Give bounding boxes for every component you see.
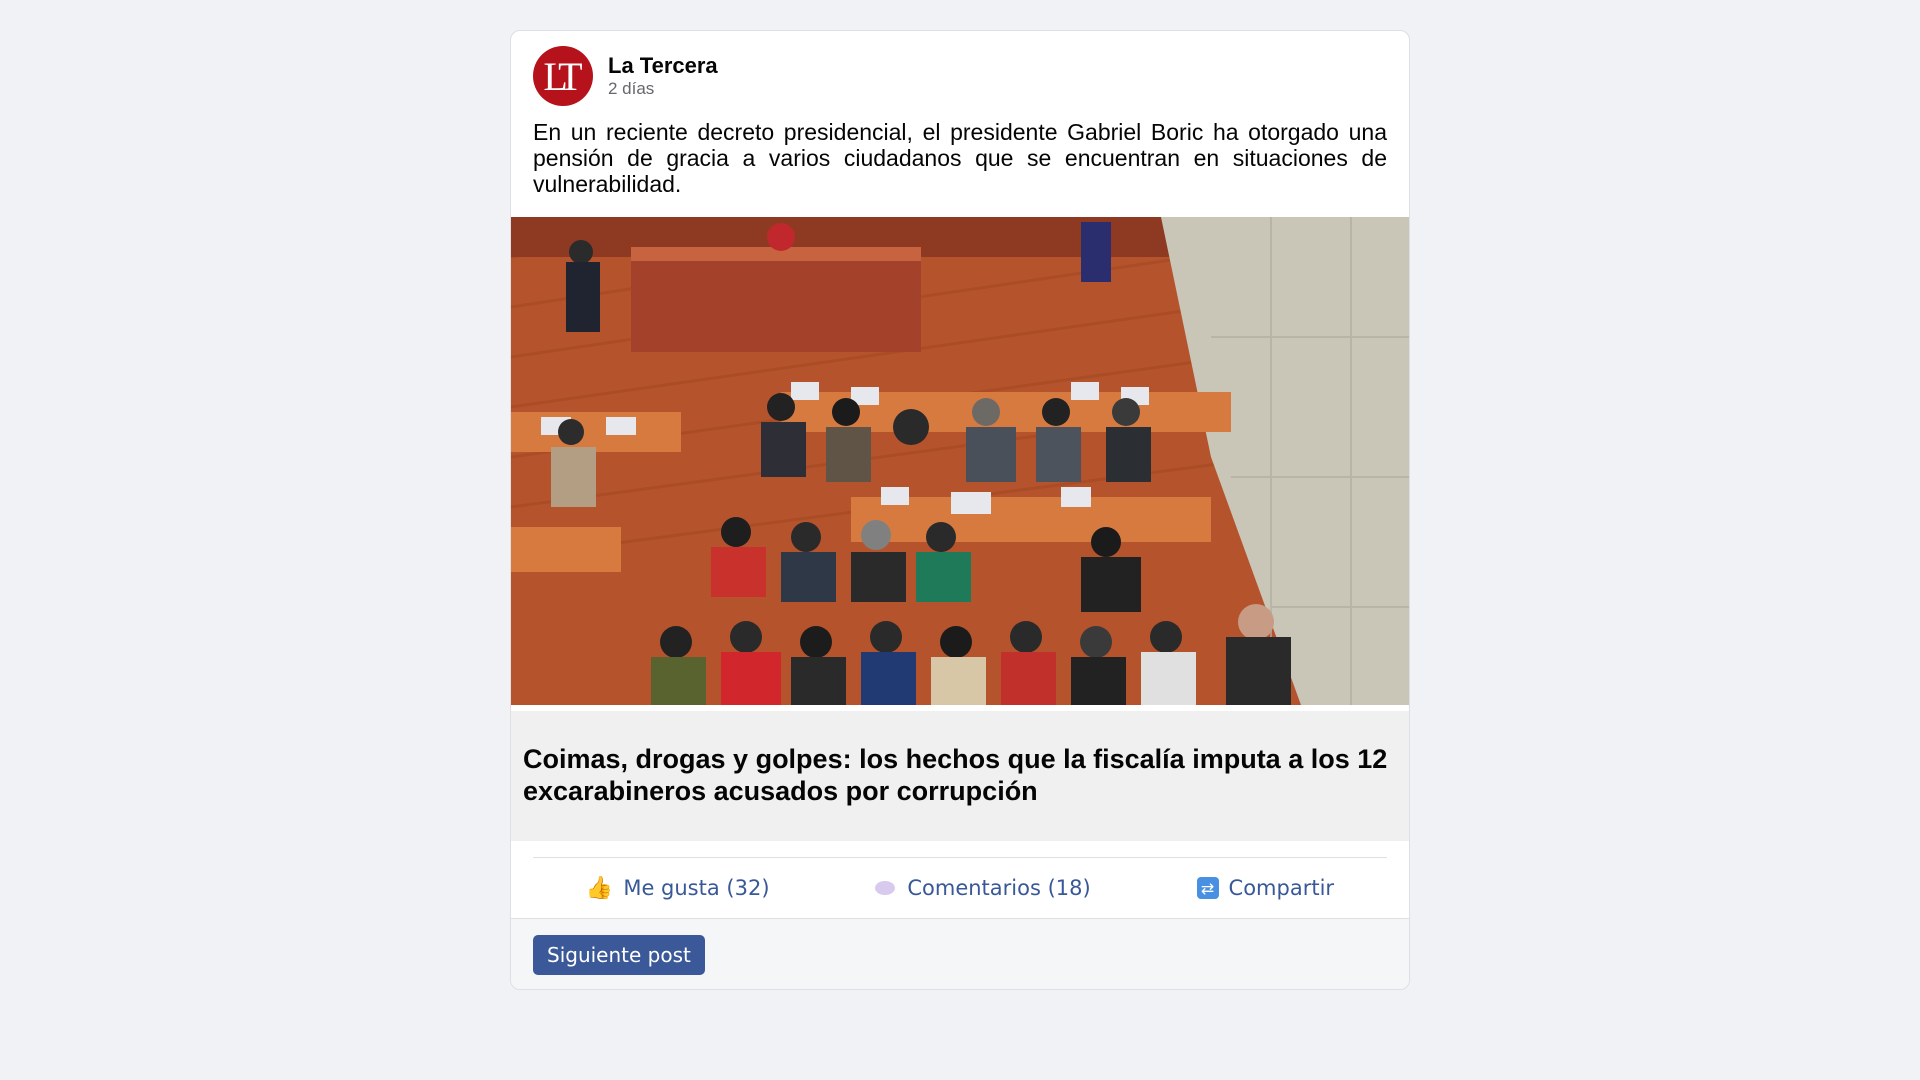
avatar[interactable]: LT xyxy=(533,46,593,106)
comment-label: Comentarios (18) xyxy=(907,876,1091,900)
like-label: Me gusta (32) xyxy=(623,876,770,900)
post-header: LT La Tercera 2 días xyxy=(511,31,1409,107)
share-button[interactable]: ⇄ Compartir xyxy=(1196,876,1335,900)
person-standing xyxy=(569,240,593,264)
like-button[interactable]: 👍 Me gusta (32) xyxy=(586,876,770,901)
comment-button[interactable]: Comentarios (18) xyxy=(875,876,1091,900)
link-preview[interactable]: Coimas, drogas y golpes: los hechos que … xyxy=(511,711,1409,841)
monitor xyxy=(1081,222,1111,282)
judge-bench xyxy=(631,252,921,352)
table-left-2 xyxy=(511,527,621,572)
author-name[interactable]: La Tercera xyxy=(608,53,718,79)
courtroom-photo[interactable] xyxy=(511,217,1410,705)
table-left-1 xyxy=(511,412,681,452)
post-footer: Siguiente post xyxy=(511,918,1409,989)
share-icon: ⇄ xyxy=(1196,877,1219,899)
speech-bubble-icon xyxy=(875,881,896,895)
post-meta: La Tercera 2 días xyxy=(608,53,718,99)
judge xyxy=(767,223,795,251)
action-bar: 👍 Me gusta (32) Comentarios (18) ⇄ Compa… xyxy=(533,857,1387,918)
actions-wrap: 👍 Me gusta (32) Comentarios (18) ⇄ Compa… xyxy=(511,857,1409,918)
thumbs-up-icon: 👍 xyxy=(585,875,614,901)
link-title[interactable]: Coimas, drogas y golpes: los hechos que … xyxy=(523,743,1397,807)
next-post-button[interactable]: Siguiente post xyxy=(533,935,705,975)
post-time[interactable]: 2 días xyxy=(608,79,718,99)
share-label: Compartir xyxy=(1228,876,1335,900)
post-text: En un reciente decreto presidencial, el … xyxy=(533,119,1387,197)
post-card: LT La Tercera 2 días En un reciente decr… xyxy=(510,30,1410,990)
